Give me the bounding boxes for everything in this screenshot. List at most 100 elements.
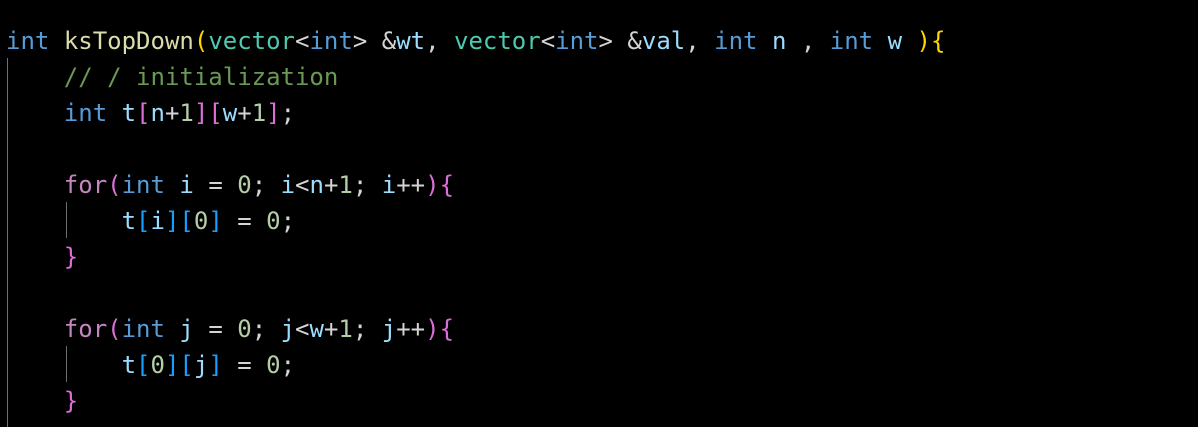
code-token: ; [280,351,296,379]
code-token: t [121,99,137,127]
code-token: ; [352,171,382,199]
code-token: ( [193,27,209,55]
code-token: j [381,315,397,343]
code-token: i [179,171,194,199]
code-line[interactable]: int t[n+1][w+1]; [6,95,295,131]
code-token: , [786,27,830,55]
code-token: > [352,27,382,55]
code-token: ] [164,207,180,235]
code-token: ++ [396,171,426,199]
code-token: val [641,27,686,55]
code-line[interactable]: t[i][0] = 0; [6,203,295,239]
code-token: 0 [266,351,281,379]
code-token: ] [193,99,209,127]
code-token: int [121,315,165,343]
code-token: [ [136,207,151,235]
code-token: } [63,387,79,415]
code-token: [ [136,99,151,127]
code-token: ) [916,27,931,55]
code-token: { [439,171,455,199]
code-line[interactable]: // / initialization [6,59,339,95]
code-token: { [439,315,455,343]
code-token: ) [425,315,440,343]
code-token: int [714,27,758,55]
code-token: ( [107,315,122,343]
code-token: 0 [237,315,252,343]
code-token: n [150,99,165,127]
code-token: { [930,27,946,55]
code-token: j [193,351,209,379]
code-token: , [685,27,715,55]
code-token: w [887,27,903,55]
code-token: & [627,27,642,55]
code-line[interactable]: for(int i = 0; i<n+1; i++){ [6,167,454,203]
code-token: wt [396,27,426,55]
code-token: > [598,27,628,55]
code-line[interactable]: t[0][j] = 0; [6,347,295,383]
code-token: for [63,171,108,199]
code-token: for [63,315,108,343]
code-token: 0 [266,207,281,235]
code-token: 1 [338,315,353,343]
code-token: , [425,27,454,55]
code-token: ] [266,99,281,127]
code-token: vector [208,27,296,55]
code-editor[interactable]: int ksTopDown(vector<int> &wt, vector<in… [0,0,1198,427]
code-token: } [63,243,79,271]
code-token: + [164,99,180,127]
code-token: ; [352,315,382,343]
code-token: j [179,315,194,343]
code-token: ++ [396,315,426,343]
code-token: n [309,171,324,199]
code-token: & [381,27,397,55]
code-token: ] [208,207,223,235]
code-token: vector [454,27,541,55]
code-line[interactable]: } [6,239,78,275]
code-token: = [193,171,238,199]
code-token: [ [208,99,223,127]
code-token: ( [107,171,122,199]
code-token: int [309,27,353,55]
code-token: int [6,27,50,55]
code-token: + [323,315,339,343]
code-token: i [280,171,296,199]
code-token: w [222,99,238,127]
code-token: < [295,315,310,343]
code-token: 1 [338,171,353,199]
code-token: < [540,27,556,55]
code-token: t [121,351,137,379]
code-token: ; [280,99,296,127]
code-token: < [295,171,310,199]
code-token: 0 [237,171,252,199]
code-token: ksTopDown [63,27,194,55]
code-token: j [280,315,296,343]
code-token: = [193,315,238,343]
code-line[interactable]: for(int j = 0; j<w+1; j++){ [6,311,454,347]
code-token: [ [179,351,194,379]
code-line[interactable]: } [6,383,78,419]
code-token: ; [251,171,281,199]
code-line[interactable]: int ksTopDown(vector<int> &wt, vector<in… [6,23,945,59]
code-token: < [295,27,310,55]
code-token: n [771,27,787,55]
code-token: 0 [193,207,209,235]
code-token: ; [280,207,296,235]
code-token: ] [208,351,223,379]
code-token: i [381,171,397,199]
code-token: [ [179,207,194,235]
code-token: // / initialization [63,63,339,91]
code-token: = [222,351,267,379]
